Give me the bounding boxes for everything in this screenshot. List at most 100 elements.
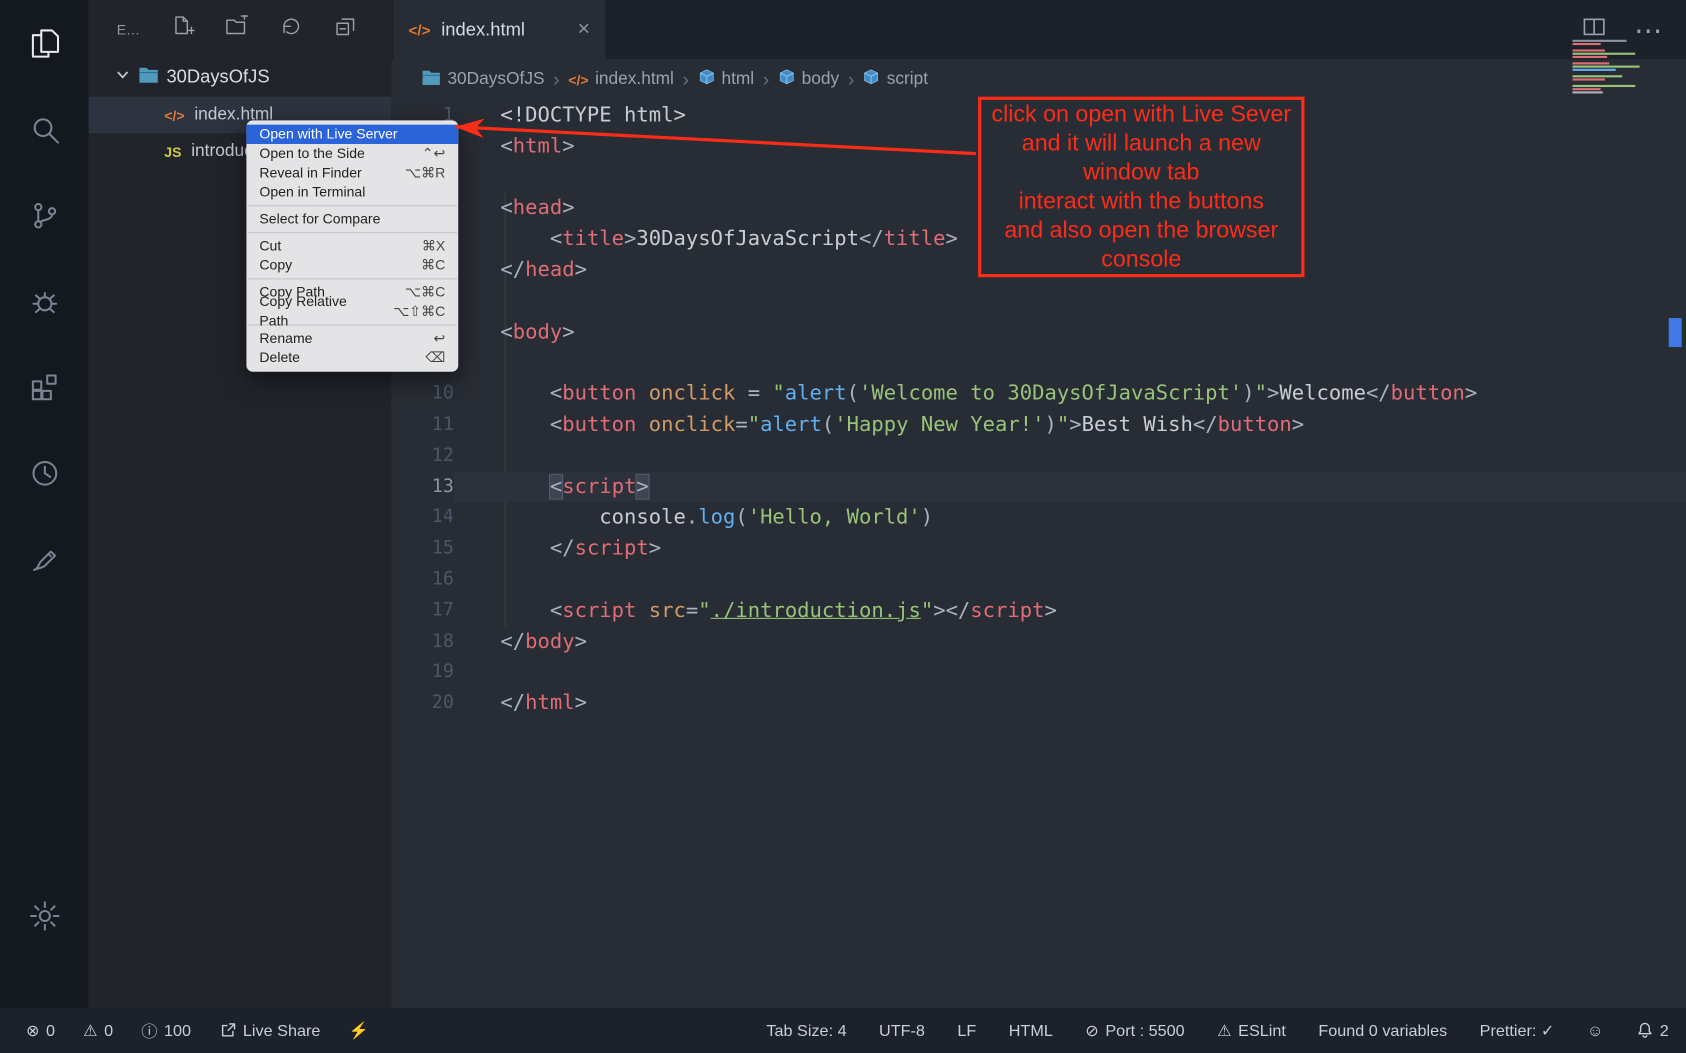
- code-line-13[interactable]: 13 <script>: [391, 471, 1686, 502]
- explorer-title: E...: [117, 21, 140, 37]
- search-icon[interactable]: [0, 86, 89, 172]
- status-info-count[interactable]: ⓘ100: [141, 1019, 191, 1042]
- breadcrumb-separator: ›: [553, 68, 559, 91]
- close-tab-icon[interactable]: ×: [577, 17, 590, 42]
- code-line-17[interactable]: 17 <script src="./introduction.js"></scr…: [391, 595, 1686, 626]
- menu-item-rename[interactable]: Rename↩: [246, 329, 458, 348]
- extensions-icon[interactable]: [0, 344, 89, 430]
- status-live-share[interactable]: Live Share: [219, 1021, 320, 1039]
- menu-item-select-for-compare[interactable]: Select for Compare: [246, 210, 458, 229]
- menu-item-shortcut: ⌥⌘R: [405, 163, 445, 182]
- code-line-10[interactable]: 10 <button onclick = "alert('Welcome to …: [391, 378, 1686, 409]
- menu-item-reveal-in-finder[interactable]: Reveal in Finder⌥⌘R: [246, 163, 458, 182]
- menu-item-copy-relative-path[interactable]: Copy Relative Path⌥⇧⌘C: [246, 302, 458, 321]
- activity-bar: [0, 0, 89, 1008]
- breadcrumb-item-body[interactable]: body: [778, 68, 839, 91]
- symbol-cube-icon: [863, 68, 880, 91]
- minimap-line: [1573, 91, 1603, 93]
- source-control-icon[interactable]: [0, 172, 89, 258]
- code-line-7[interactable]: 7: [391, 286, 1686, 317]
- status-warning-count[interactable]: ⚠0: [83, 1021, 113, 1040]
- new-folder-icon[interactable]: [225, 15, 248, 43]
- menu-item-shortcut: ⌥⇧⌘C: [393, 302, 445, 321]
- status-label: Port : 5500: [1105, 1021, 1184, 1039]
- code-line-16[interactable]: 16: [391, 564, 1686, 595]
- status-label: HTML: [1009, 1021, 1053, 1039]
- status-label: Found 0 variables: [1318, 1021, 1447, 1039]
- status-found-variables[interactable]: Found 0 variables: [1318, 1021, 1447, 1039]
- breadcrumb-item-html[interactable]: html: [698, 68, 754, 91]
- code-line-8[interactable]: 8<body>: [391, 317, 1686, 348]
- status-notifications[interactable]: 2: [1636, 1021, 1669, 1039]
- pen-icon[interactable]: [0, 516, 89, 602]
- code-line-18[interactable]: 18</body>: [391, 626, 1686, 657]
- menu-item-shortcut: ⌥⌘C: [405, 283, 445, 302]
- menu-item-open-with-live-server[interactable]: Open with Live Server: [246, 125, 458, 144]
- menu-item-copy[interactable]: Copy⌘C: [246, 256, 458, 275]
- minimap-line: [1573, 69, 1616, 71]
- status-encoding[interactable]: UTF-8: [879, 1021, 925, 1039]
- menu-item-shortcut: ⌘X: [422, 236, 445, 255]
- menu-item-open-in-terminal[interactable]: Open in Terminal: [246, 183, 458, 202]
- status-tab-size[interactable]: Tab Size: 4: [766, 1021, 846, 1039]
- code-line-15[interactable]: 15 </script>: [391, 533, 1686, 564]
- code-line-9[interactable]: 9: [391, 347, 1686, 378]
- menu-item-label: Cut: [259, 236, 281, 255]
- status-live-server-port[interactable]: ⊘Port : 5500: [1085, 1021, 1184, 1040]
- breadcrumb-item-file[interactable]: </> index.html: [568, 70, 674, 89]
- error-circle-icon: ⊗: [26, 1021, 40, 1040]
- status-error-count[interactable]: ⊗0: [26, 1021, 55, 1040]
- settings-gear-icon[interactable]: [0, 872, 89, 958]
- annotation-line: and also open the browser: [981, 216, 1301, 245]
- minimap-line: [1573, 88, 1601, 90]
- status-eol[interactable]: LF: [957, 1021, 976, 1039]
- status-eslint[interactable]: ⚠ESLint: [1217, 1021, 1286, 1040]
- status-language-mode[interactable]: HTML: [1009, 1021, 1053, 1039]
- more-actions-icon[interactable]: ⋯: [1634, 19, 1662, 40]
- menu-item-open-to-the-side[interactable]: Open to the Side ⌃↩: [246, 144, 458, 163]
- clock-icon[interactable]: [0, 430, 89, 516]
- code-line-19[interactable]: 19: [391, 657, 1686, 688]
- breadcrumb-item-folder[interactable]: 30DaysOfJS: [422, 68, 545, 91]
- line-number: 11: [391, 409, 454, 440]
- status-label: 0: [104, 1021, 113, 1039]
- eslint-warning-icon: ⚠: [1217, 1021, 1232, 1040]
- tab-index-html[interactable]: </> index.html ×: [393, 0, 605, 59]
- collapse-folders-icon[interactable]: [333, 15, 356, 43]
- line-content: <button onclick="alert('Happy New Year!'…: [454, 409, 1686, 440]
- debug-icon[interactable]: [0, 258, 89, 344]
- tree-item-root-folder[interactable]: 30DaysOfJS: [89, 58, 392, 97]
- menu-item-cut[interactable]: Cut ⌘X: [246, 236, 458, 255]
- breadcrumb: 30DaysOfJS › </> index.html › html › bod…: [391, 59, 1686, 100]
- status-prettier[interactable]: Prettier: ✓: [1480, 1021, 1555, 1040]
- menu-item-label: Open to the Side: [259, 144, 364, 163]
- minimap-line: [1573, 78, 1605, 80]
- status-left: ⊗0⚠0ⓘ100Live Share⚡: [26, 1019, 369, 1042]
- code-line-12[interactable]: 12: [391, 440, 1686, 471]
- status-feedback[interactable]: ☺: [1587, 1021, 1604, 1039]
- code-line-20[interactable]: 20</html>: [391, 688, 1686, 719]
- line-number: 15: [391, 533, 454, 564]
- breadcrumb-label: 30DaysOfJS: [447, 70, 544, 89]
- minimap[interactable]: [1573, 40, 1672, 94]
- menu-item-shortcut: ⌃↩: [422, 144, 446, 163]
- annotation-line: click on open with Live Sever: [981, 100, 1301, 129]
- new-file-icon[interactable]: [171, 15, 194, 43]
- status-right: Tab Size: 4 UTF-8 LF HTML ⊘Port : 5500 ⚠ESLin…: [766, 1021, 1668, 1040]
- refresh-icon[interactable]: [279, 15, 302, 43]
- activity-bar-spacer: [0, 602, 89, 873]
- explorer-header: E...: [89, 0, 392, 58]
- breadcrumb-separator: ›: [848, 68, 854, 91]
- menu-item-delete[interactable]: Delete⌫: [246, 348, 458, 367]
- minimap-line: [1573, 85, 1636, 87]
- minimap-line: [1573, 62, 1610, 64]
- status-thunder-client[interactable]: ⚡: [349, 1021, 369, 1040]
- lightning-icon: ⚡: [349, 1021, 369, 1040]
- minimap-line: [1573, 53, 1636, 55]
- root-folder-label: 30DaysOfJS: [166, 67, 269, 88]
- code-line-11[interactable]: 11 <button onclick="alert('Happy New Yea…: [391, 409, 1686, 440]
- breadcrumb-item-script[interactable]: script: [863, 68, 928, 91]
- status-label: 0: [46, 1021, 55, 1039]
- explorer-icon[interactable]: [0, 0, 89, 86]
- code-line-14[interactable]: 14 console.log('Hello, World'): [391, 502, 1686, 533]
